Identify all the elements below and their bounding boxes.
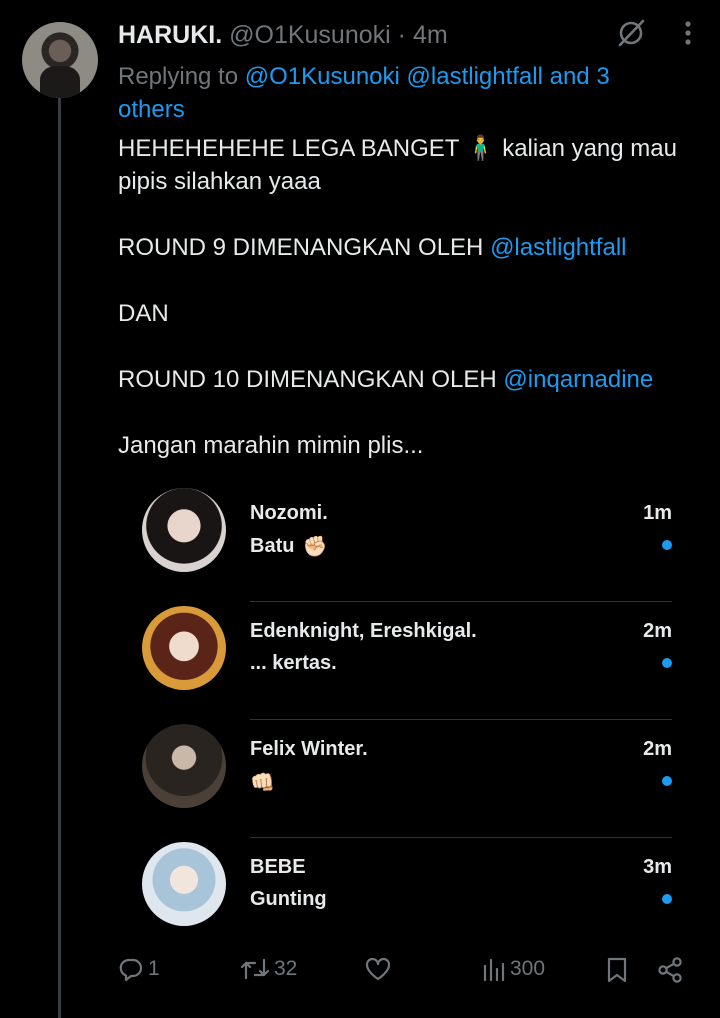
tweet-line-2: ROUND 9 DIMENANGKAN OLEH @lastlightfall — [118, 231, 698, 264]
like-button[interactable] — [364, 956, 396, 982]
chat-message-text: ... kertas. — [250, 652, 337, 674]
unread-dot — [662, 658, 672, 668]
tweet-header: HARUKI. @O1Kusunoki · 4m — [118, 20, 448, 50]
header-icons — [616, 18, 692, 48]
chat-name: Edenknight, Ereshkigal. — [250, 620, 477, 642]
avatar[interactable] — [142, 842, 226, 926]
views-button[interactable]: 300 — [482, 956, 545, 982]
chat-name: Nozomi. — [250, 502, 328, 524]
avatar[interactable] — [22, 22, 98, 98]
tweet-line-4-text: ROUND 10 DIMENANGKAN OLEH — [118, 366, 497, 393]
reply-button[interactable]: 1 — [118, 956, 160, 982]
repost-count: 32 — [274, 957, 298, 980]
unread-dot — [662, 894, 672, 904]
chat-message: 👊🏻 — [250, 770, 275, 795]
tweet-line-5: Jangan marahin mimin plis... — [118, 432, 424, 459]
chat-item[interactable]: Edenknight, Ereshkigal. ... kertas. 2m — [140, 602, 672, 720]
tweet-line-4: ROUND 10 DIMENANGKAN OLEH @inqarnadine — [118, 363, 698, 396]
mention-lastlightfall[interactable]: @lastlightfall — [490, 234, 626, 261]
reply-icon — [118, 956, 144, 982]
reply-count: 1 — [148, 957, 160, 980]
heart-icon — [364, 956, 392, 982]
tweet-body: HEHEHEHEHE LEGA BANGET 🧍‍♂️ kalian yang … — [118, 132, 698, 462]
share-button[interactable] — [656, 956, 684, 984]
chat-name: BEBE — [250, 856, 306, 878]
repost-button[interactable]: 32 — [240, 956, 297, 982]
repost-icon — [240, 956, 270, 982]
tweet-line-3: DAN — [118, 300, 169, 327]
chat-time: 2m — [643, 620, 672, 642]
chat-item[interactable]: Nozomi. Batu ✊🏻 1m — [140, 484, 672, 602]
thread-line — [58, 98, 61, 1018]
timestamp[interactable]: 4m — [413, 21, 448, 49]
display-name[interactable]: HARUKI. — [118, 21, 222, 49]
chat-list: Nozomi. Batu ✊🏻 1m Edenknight, Ereshkigal… — [140, 484, 672, 956]
fist-emoji-icon: ✊🏻 — [302, 536, 328, 558]
chat-message-text: Batu — [250, 535, 295, 557]
bookmark-icon — [606, 956, 628, 984]
bookmark-button[interactable] — [606, 956, 628, 984]
chat-item[interactable]: Felix Winter. 👊🏻 2m — [140, 720, 672, 838]
action-bar: 1 32 300 — [118, 956, 686, 990]
grok-icon[interactable] — [616, 18, 646, 48]
chat-time: 1m — [643, 502, 672, 524]
analytics-icon — [482, 956, 506, 982]
separator: · — [397, 21, 406, 49]
chat-message-text: Gunting — [250, 888, 327, 910]
tweet-line-1: HEHEHEHEHE LEGA BANGET 🧍‍♂️ kalian yang … — [118, 135, 677, 195]
avatar[interactable] — [142, 606, 226, 690]
mention-inqarnadine[interactable]: @inqarnadine — [503, 366, 653, 393]
chat-message: ... kertas. — [250, 652, 337, 675]
unread-dot — [662, 540, 672, 550]
chat-message: Batu ✊🏻 — [250, 534, 327, 559]
avatar[interactable] — [142, 488, 226, 572]
avatar[interactable] — [142, 724, 226, 808]
chat-message: Gunting — [250, 888, 327, 911]
replying-prefix: Replying to — [118, 63, 239, 90]
unread-dot — [662, 776, 672, 786]
views-count: 300 — [510, 957, 546, 980]
chat-time: 2m — [643, 738, 672, 760]
more-options-icon[interactable] — [684, 20, 692, 46]
chat-item[interactable]: BEBE Gunting 3m — [140, 838, 672, 956]
tweet-line-2-text: ROUND 9 DIMENANGKAN OLEH — [118, 234, 484, 261]
chat-time: 3m — [643, 856, 672, 878]
handle[interactable]: @O1Kusunoki — [229, 21, 391, 49]
share-icon — [656, 956, 684, 984]
replying-to: Replying to @O1Kusunoki @lastlightfall a… — [118, 60, 678, 126]
chat-name: Felix Winter. — [250, 738, 368, 760]
punch-emoji-icon: 👊🏻 — [250, 772, 275, 794]
